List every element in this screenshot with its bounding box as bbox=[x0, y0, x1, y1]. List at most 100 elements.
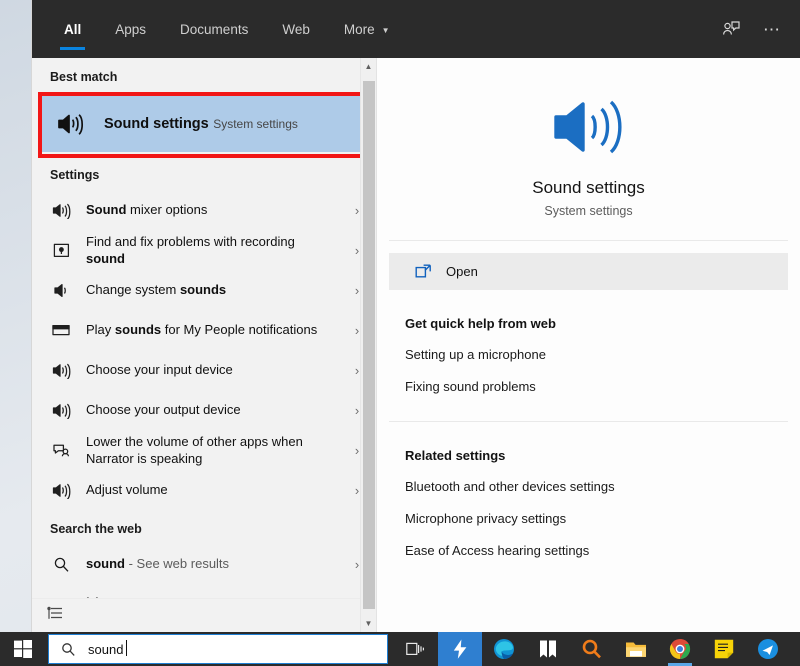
results-pane: Best match Sound settings System setting… bbox=[32, 58, 376, 632]
tab-label: More bbox=[343, 21, 375, 37]
related-settings-links: Bluetooth and other devices settings Micr… bbox=[405, 479, 800, 558]
related-settings-link[interactable]: Microphone privacy settings bbox=[405, 511, 800, 526]
scrollbar-thumb[interactable] bbox=[362, 81, 375, 609]
label-suffix: mixer options bbox=[126, 202, 208, 218]
label-suffix: for My People notifications bbox=[161, 322, 318, 338]
open-external-icon bbox=[415, 264, 432, 279]
settings-item-label: Adjust volume bbox=[86, 481, 336, 498]
web-result-item[interactable]: sound - See web results › bbox=[32, 544, 376, 584]
quick-help-link[interactable]: Fixing sound problems bbox=[405, 379, 800, 394]
tab-label: Apps bbox=[115, 21, 147, 37]
preview-subtitle: System settings bbox=[544, 204, 633, 218]
web-query: sound bbox=[86, 556, 125, 572]
settings-list-item[interactable]: Lower the volume of other apps when Narr… bbox=[32, 430, 376, 470]
settings-list-item[interactable]: Change system sounds › bbox=[32, 270, 376, 310]
scrollbar-track[interactable] bbox=[361, 75, 377, 615]
preview-title: Sound settings bbox=[532, 178, 645, 197]
taskbar-icons bbox=[394, 632, 790, 666]
file-explorer-icon[interactable] bbox=[614, 632, 658, 666]
label-prefix: Lower the volume of other apps when Narr… bbox=[86, 433, 303, 466]
settings-list-item[interactable]: Choose your output device › bbox=[32, 390, 376, 430]
related-settings-section: Related settings Bluetooth and other dev… bbox=[377, 422, 800, 579]
label-prefix: Change system bbox=[86, 282, 180, 298]
best-match-wrap: Sound settings System settings bbox=[32, 92, 376, 158]
speaker-icon bbox=[54, 111, 88, 137]
settings-item-label: Choose your output device bbox=[86, 401, 336, 418]
list-menu-icon[interactable] bbox=[46, 606, 64, 625]
narrator-icon bbox=[50, 442, 72, 458]
settings-list-item[interactable]: Find and fix problems with recording sou… bbox=[32, 230, 376, 270]
web-see-results: - See web results bbox=[125, 556, 230, 572]
troubleshoot-icon bbox=[50, 242, 72, 259]
quick-help-link[interactable]: Setting up a microphone bbox=[405, 347, 800, 362]
tab-all[interactable]: All bbox=[60, 0, 86, 58]
settings-item-label: Sound mixer options bbox=[86, 201, 336, 218]
microsoft-store-icon[interactable] bbox=[526, 632, 570, 666]
search-input-value: sound bbox=[88, 639, 128, 657]
apps-header: Apps (4) bbox=[32, 584, 376, 598]
settings-item-label: Play sounds for My People notifications bbox=[86, 321, 336, 338]
taskbar: sound bbox=[0, 632, 800, 666]
speaker-waves-icon bbox=[50, 202, 72, 219]
settings-list-item[interactable]: Adjust volume › bbox=[32, 470, 376, 510]
label-prefix: Adjust volume bbox=[86, 482, 168, 498]
tab-label: All bbox=[64, 21, 82, 37]
chevron-down-icon: ▼ bbox=[381, 25, 390, 35]
search-icon bbox=[61, 642, 76, 657]
related-settings-link[interactable]: Ease of Access hearing settings bbox=[405, 543, 800, 558]
label-match: sound bbox=[86, 251, 125, 266]
sticky-notes-icon[interactable] bbox=[702, 632, 746, 666]
label-prefix: Play bbox=[86, 322, 115, 338]
tab-web[interactable]: Web bbox=[278, 0, 314, 58]
settings-list-item[interactable]: Choose your input device › bbox=[32, 350, 376, 390]
chevron-down-icon[interactable]: ▼ bbox=[361, 615, 377, 632]
edge-browser-icon[interactable] bbox=[482, 632, 526, 666]
search-app-icon[interactable] bbox=[570, 632, 614, 666]
notification-banner-icon bbox=[50, 323, 72, 337]
settings-item-label: Change system sounds bbox=[86, 281, 336, 298]
label-match: sounds bbox=[179, 282, 227, 298]
best-match-title: Sound settings bbox=[104, 116, 209, 132]
results-footer bbox=[32, 598, 376, 632]
speaker-waves-icon bbox=[50, 362, 72, 379]
settings-header: Settings bbox=[50, 168, 100, 182]
start-button[interactable] bbox=[0, 632, 46, 666]
search-tabs: All Apps Documents Web More ▼ bbox=[60, 0, 721, 58]
ellipsis-icon[interactable]: ⋯ bbox=[763, 21, 782, 38]
quick-help-header: Get quick help from web bbox=[405, 316, 556, 331]
tab-more[interactable]: More ▼ bbox=[340, 0, 394, 58]
quick-help-section: Get quick help from web Setting up a mic… bbox=[377, 290, 800, 415]
open-button[interactable]: Open bbox=[389, 253, 788, 290]
task-view-icon[interactable] bbox=[394, 632, 438, 666]
best-match-subtitle: System settings bbox=[213, 117, 298, 131]
label-prefix: Choose your output device bbox=[86, 402, 241, 418]
best-match-header: Best match bbox=[50, 70, 118, 84]
chevron-up-icon[interactable]: ▲ bbox=[361, 58, 377, 75]
search-icon bbox=[50, 556, 72, 573]
tab-documents[interactable]: Documents bbox=[176, 0, 252, 58]
settings-list-item[interactable]: Sound mixer options › bbox=[32, 190, 376, 230]
windows-logo-icon bbox=[14, 640, 32, 658]
lightning-app-icon[interactable] bbox=[438, 632, 482, 666]
tab-label: Web bbox=[282, 21, 310, 37]
results-scrollbar[interactable]: ▲ ▼ bbox=[360, 58, 376, 632]
web-result-text: sound - See web results bbox=[86, 555, 336, 572]
search-header: All Apps Documents Web More ▼ ⋯ bbox=[32, 0, 800, 58]
preview-pane: Sound settings System settings Open Get … bbox=[376, 58, 800, 632]
label-match: Sound bbox=[86, 202, 127, 218]
speaker-waves-icon bbox=[50, 402, 72, 419]
preview-divider bbox=[389, 240, 788, 241]
settings-list-item[interactable]: Play sounds for My People notifications › bbox=[32, 310, 376, 350]
settings-item-label: Lower the volume of other apps when Narr… bbox=[86, 433, 336, 467]
feedback-person-icon[interactable] bbox=[721, 19, 741, 39]
tab-label: Documents bbox=[180, 21, 249, 37]
blue-app-icon[interactable] bbox=[746, 632, 790, 666]
chrome-browser-icon[interactable] bbox=[658, 632, 702, 666]
speaker-mute-icon bbox=[50, 282, 72, 299]
search-body: Best match Sound settings System setting… bbox=[32, 58, 800, 632]
best-match-item[interactable]: Sound settings System settings bbox=[40, 96, 364, 152]
tab-apps[interactable]: Apps bbox=[111, 0, 150, 58]
related-settings-link[interactable]: Bluetooth and other devices settings bbox=[405, 479, 800, 494]
search-input[interactable]: sound bbox=[48, 634, 388, 664]
results-scroll: Best match Sound settings System setting… bbox=[32, 58, 376, 598]
